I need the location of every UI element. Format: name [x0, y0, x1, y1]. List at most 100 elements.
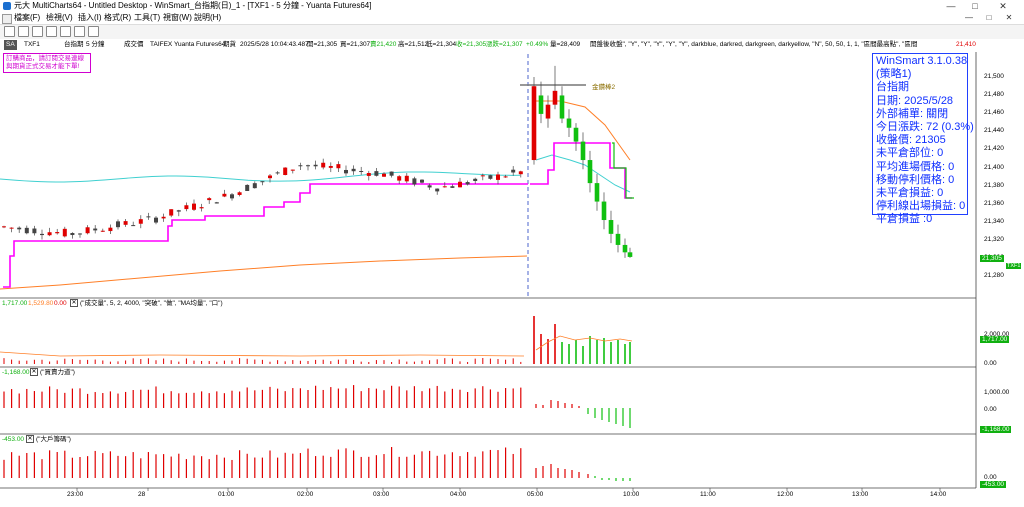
menu-file[interactable]: 檔案(F) [14, 12, 40, 24]
toolbar [0, 24, 1024, 40]
menu-window[interactable]: 視窗(W) [163, 12, 192, 24]
app-icon [3, 2, 11, 10]
candle-body [222, 193, 227, 197]
maximize-button[interactable]: □ [964, 0, 986, 12]
candle-body [146, 216, 151, 218]
paste-icon[interactable] [88, 26, 99, 37]
close-button[interactable]: ✕ [992, 0, 1014, 12]
candle-body [131, 225, 136, 227]
inner-minimize-button[interactable]: — [958, 12, 980, 24]
winsmart-line: 台指期 [876, 81, 909, 94]
candle-body [184, 205, 189, 210]
menu-format[interactable]: 格式(R) [104, 12, 131, 24]
inner-close-button[interactable]: ✕ [998, 12, 1020, 24]
green-stop-line [612, 142, 634, 199]
open-icon[interactable] [18, 26, 29, 37]
datafeed: Yuanta Futures64 [174, 41, 226, 48]
window-title: 元大 MultiCharts64 - Untitled Desktop - Wi… [14, 1, 372, 10]
candle-body [615, 233, 621, 245]
candle-body [237, 192, 242, 195]
chart-area[interactable] [0, 52, 1024, 492]
candle-body [169, 209, 174, 216]
chips-scale-zero: 0.00 [984, 474, 997, 481]
winsmart-status-panel: WinSmart 3.1.0.38 (策略1) 台指期 日期: 2025/5/28 外部… [872, 53, 974, 225]
candle-body [359, 170, 364, 172]
time-axis-label: 12:00 [777, 491, 794, 498]
candle-body [245, 184, 250, 191]
inner-restore-button[interactable]: □ [978, 12, 1000, 24]
volume-close-icon[interactable]: ✕ [70, 299, 78, 307]
candle-body [397, 176, 402, 181]
exchange: TAIFEX [150, 41, 173, 48]
ask-price: 賣21,420 [370, 41, 397, 48]
volume-value-2: 1,529.80 [28, 300, 54, 307]
candle-body [427, 185, 432, 188]
menu-help[interactable]: 說明(H) [194, 12, 221, 24]
menu-tools[interactable]: 工具(T) [134, 12, 160, 24]
last-price-tag: 21,305 [980, 255, 1004, 262]
new-chart-icon[interactable] [4, 26, 15, 37]
candle-body [298, 165, 303, 167]
candle-body [622, 244, 628, 253]
study-params: 開盤後收盤", "Y", "Y", "Y", "Y", "Y", darkblu… [590, 41, 918, 48]
candle-body [62, 228, 67, 237]
candle-body [70, 233, 75, 236]
candle-body [351, 168, 356, 172]
time-axis-label: 03:00 [373, 491, 390, 498]
candle-body [538, 95, 544, 114]
candle-body [176, 210, 181, 212]
candle-body [207, 198, 212, 201]
interval[interactable]: 5 分鐘 [86, 40, 104, 50]
candle-body [601, 201, 607, 221]
time-axis-label: 14:00 [930, 491, 947, 498]
candle-body [382, 173, 386, 177]
subscription-notice: 訂購商品，請訂閱交易連線 與期貨正式交易才能下單! [3, 53, 91, 73]
power-scale-zero: 0.00 [984, 406, 997, 413]
chips-value: -453.00 [2, 436, 25, 443]
power-value: -1,168.00 [2, 369, 30, 376]
cut-icon[interactable] [60, 26, 71, 37]
candle-body [230, 194, 234, 199]
save-icon[interactable] [32, 26, 43, 37]
winsmart-line: 收盤價: 21305 [876, 134, 946, 147]
winsmart-line: 日期: 2025/5/28 [876, 94, 954, 107]
candle-body [199, 207, 204, 209]
candle-body [313, 164, 318, 167]
menu-insert[interactable]: 插入(I) [78, 12, 102, 24]
candle-body [420, 179, 424, 183]
copy-icon[interactable] [74, 26, 85, 37]
winsmart-line: 移動停利價格: 0 [876, 173, 955, 186]
winsmart-line: 平均進場價格: 0 [876, 160, 955, 173]
candle-body [93, 228, 98, 231]
candle-body [306, 165, 310, 167]
candle-body [32, 228, 37, 234]
print-icon[interactable] [46, 26, 57, 37]
open-price: 開=21,305 [307, 41, 338, 48]
chart-type: 成交價 [124, 41, 144, 48]
power-scale-high: 1,000.00 [984, 389, 1010, 396]
close-price: 收=21,305 [456, 41, 487, 48]
volume-scale-zero: 0.00 [984, 360, 997, 367]
candle-body [374, 171, 379, 176]
candle-body [108, 227, 113, 232]
menu-view[interactable]: 檢視(V) [46, 12, 73, 24]
candle-body [116, 221, 120, 228]
minimize-button[interactable]: — [940, 0, 962, 12]
chips-close-icon[interactable]: ✕ [26, 435, 34, 443]
winsmart-line: 外部補單: 關閉 [876, 107, 949, 120]
power-last-tag: -1,168.00 [980, 426, 1012, 433]
price-scale-label: 21,400 [984, 163, 1004, 171]
candle-body [566, 118, 572, 128]
candle-body [123, 221, 128, 225]
right-price-label: 21,410 [956, 41, 976, 48]
power-close-icon[interactable]: ✕ [30, 368, 38, 376]
price-scale-label: 21,380 [984, 181, 1004, 189]
volume-study-label: ("成交量", 5, 2, 4000, "突破", "做", "MA均量", "… [80, 300, 223, 307]
winsmart-line: (策略1) [876, 68, 912, 81]
candle-body [587, 160, 593, 184]
symbol-code[interactable]: TXF1 [24, 40, 40, 50]
candle-body [465, 182, 470, 185]
price-scale-label: 21,360 [984, 199, 1004, 207]
price-scale-label: 21,460 [984, 109, 1004, 117]
symbol-tag[interactable]: SA [4, 40, 17, 50]
